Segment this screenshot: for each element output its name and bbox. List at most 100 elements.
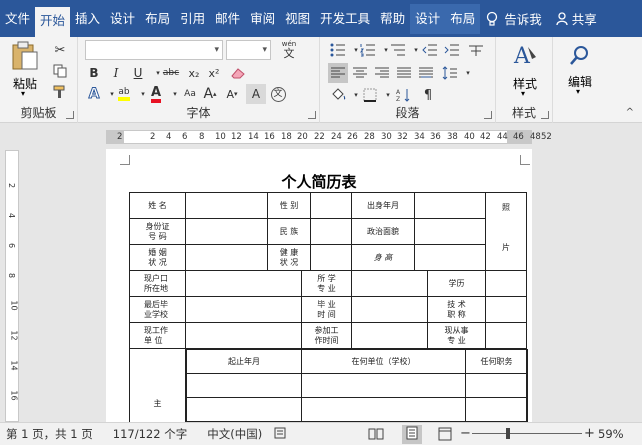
cell-label-marital[interactable]: 婚 姻 状 况 — [129, 244, 186, 271]
cell-value[interactable] — [414, 218, 487, 245]
cell-label-id[interactable]: 身份证 号 码 — [129, 218, 186, 245]
header-period[interactable]: 起止年月 — [186, 349, 302, 374]
zoom-in-button[interactable]: + — [584, 426, 595, 441]
tab-insert[interactable]: 插入 — [70, 4, 105, 34]
cell-label-gender[interactable]: 性 别 — [266, 192, 312, 219]
multilevel-list-button[interactable] — [388, 40, 408, 60]
cell-label-work-start[interactable]: 参加工 作时间 — [300, 322, 353, 349]
cell-label-work-unit[interactable]: 现工作 单 位 — [129, 322, 186, 349]
cell-value[interactable] — [185, 192, 268, 219]
tab-file[interactable]: 文件 — [0, 4, 35, 34]
resume-table[interactable]: 姓 名 性 别 出身年月 照 片 身份证 号 码 民 族 政治面貌 婚 姻 状 … — [129, 192, 528, 423]
styles-button[interactable]: A 样式 ▾ — [506, 41, 544, 98]
decrease-indent-button[interactable] — [420, 40, 440, 60]
justify-button[interactable] — [394, 63, 414, 83]
phonetic-guide-button[interactable]: wén 文 — [276, 38, 302, 62]
font-color-button[interactable]: A — [146, 84, 166, 104]
collapse-ribbon-icon[interactable]: ^ — [626, 107, 634, 118]
bullets-button[interactable] — [328, 40, 348, 60]
bold-button[interactable]: B — [84, 63, 104, 83]
shading-button[interactable] — [328, 85, 348, 105]
zoom-slider[interactable] — [472, 433, 582, 434]
borders-button[interactable] — [360, 85, 380, 105]
cell-value[interactable] — [310, 192, 353, 219]
cell-label-hukou[interactable]: 现户口 所在地 — [129, 270, 186, 297]
cell-label-education[interactable]: 学历 — [427, 270, 487, 297]
cell-value[interactable] — [185, 244, 268, 271]
zoom-level[interactable]: 59% — [598, 427, 624, 441]
cell-side-label[interactable]: 主 要 — [129, 348, 186, 423]
cut-button[interactable]: ✂ — [50, 40, 70, 60]
zoom-out-button[interactable]: − — [460, 426, 471, 441]
tab-home[interactable]: 开始 — [35, 7, 71, 37]
clear-formatting-button[interactable] — [228, 63, 248, 83]
cell-value[interactable] — [485, 322, 528, 349]
track-changes-icon[interactable] — [274, 427, 288, 442]
superscript-button[interactable]: x² — [204, 63, 224, 83]
header-position[interactable]: 任何职务 — [465, 349, 528, 374]
cell-label-name[interactable]: 姓 名 — [129, 192, 186, 219]
cell-label-grad-time[interactable]: 毕 业 时 间 — [300, 296, 353, 323]
cell-label-major[interactable]: 所 学 专 业 — [300, 270, 353, 297]
enclose-characters-button[interactable]: 文 — [268, 84, 288, 104]
horizontal-ruler[interactable]: 2 2 4 6 8 10 12 14 16 18 20 22 24 26 28 30 32 34 36 38 40 42 4… — [0, 123, 642, 149]
text-effects-button[interactable]: A — [84, 84, 104, 104]
table-cell[interactable] — [186, 373, 302, 398]
font-name-combo[interactable]: ▾ — [85, 40, 223, 60]
cell-value[interactable] — [185, 296, 302, 323]
cell-value[interactable] — [351, 270, 429, 297]
subscript-button[interactable]: x₂ — [184, 63, 204, 83]
tab-review[interactable]: 审阅 — [245, 4, 280, 34]
cell-value[interactable] — [185, 270, 302, 297]
read-mode-icon[interactable] — [368, 427, 384, 444]
format-painter-button[interactable] — [50, 82, 70, 102]
cell-label-title[interactable]: 技 术 职 称 — [427, 296, 487, 323]
cell-label-ethnicity[interactable]: 民 族 — [266, 218, 312, 245]
highlight-button[interactable]: ab — [114, 84, 134, 104]
numbering-button[interactable] — [358, 40, 378, 60]
align-right-button[interactable] — [372, 63, 392, 83]
tab-developer[interactable]: 开发工具 — [315, 4, 375, 34]
editing-button[interactable]: 编辑 ▾ — [561, 41, 599, 97]
document-page[interactable]: 个人简历表 姓 名 性 别 出身年月 照 片 身份证 号 码 民 族 政治面貌 — [106, 149, 532, 423]
change-case-button[interactable]: Aa — [180, 84, 200, 104]
tab-layout[interactable]: 布局 — [140, 4, 175, 34]
distributed-button[interactable] — [416, 63, 436, 83]
cell-value[interactable] — [414, 244, 487, 271]
vertical-ruler[interactable]: 2 4 6 8 10 12 14 16 — [5, 150, 19, 422]
print-layout-icon[interactable] — [402, 425, 422, 444]
word-count[interactable]: 117/122 个字 — [107, 426, 193, 442]
header-unit[interactable]: 在何单位（学校） — [301, 349, 466, 374]
chevron-down-icon[interactable]: ▾ — [458, 63, 478, 83]
cell-value[interactable] — [310, 244, 353, 271]
tab-help[interactable]: 帮助 — [375, 4, 410, 34]
paragraph-launcher-icon[interactable] — [484, 111, 492, 119]
increase-indent-button[interactable] — [442, 40, 462, 60]
italic-button[interactable]: I — [106, 63, 126, 83]
cell-value[interactable] — [414, 192, 487, 219]
character-shading-button[interactable]: A — [246, 84, 266, 104]
show-hide-marks-button[interactable]: ¶ — [418, 85, 438, 105]
chinese-layout-button[interactable] — [466, 40, 486, 60]
cell-label-height[interactable]: 身 高 — [351, 244, 416, 271]
font-launcher-icon[interactable] — [308, 111, 316, 119]
cell-label-birth[interactable]: 出身年月 — [351, 192, 416, 219]
table-cell[interactable] — [465, 397, 528, 422]
align-center-button[interactable] — [350, 63, 370, 83]
cell-value[interactable] — [185, 218, 268, 245]
cell-label-politics[interactable]: 政治面貌 — [351, 218, 416, 245]
cell-label-school[interactable]: 最后毕 业学校 — [129, 296, 186, 323]
experience-table[interactable]: 起止年月 在何单位（学校） 任何职务 — [186, 349, 528, 423]
align-left-button[interactable] — [328, 63, 348, 83]
shrink-font-button[interactable]: A ▾ — [222, 84, 242, 104]
copy-button[interactable] — [50, 61, 70, 81]
cell-value[interactable] — [485, 296, 528, 323]
cell-label-profession[interactable]: 现从事 专 业 — [427, 322, 487, 349]
tab-design[interactable]: 设计 — [105, 4, 140, 34]
zoom-slider-thumb[interactable] — [506, 428, 510, 439]
table-cell[interactable] — [301, 397, 466, 422]
table-cell[interactable] — [301, 373, 466, 398]
line-spacing-button[interactable] — [440, 63, 460, 83]
cell-label-health[interactable]: 健 康 状 况 — [266, 244, 312, 271]
language-status[interactable]: 中文(中国) — [201, 426, 268, 442]
